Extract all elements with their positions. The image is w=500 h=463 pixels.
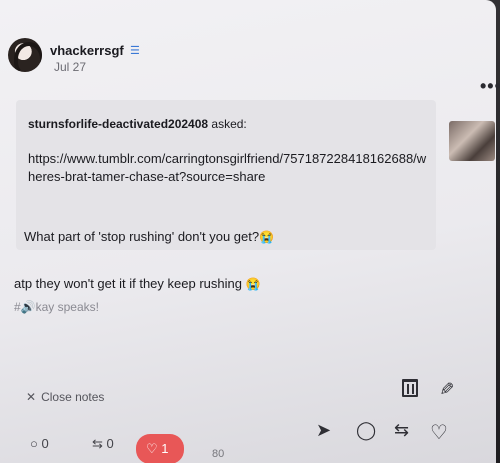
ask-link[interactable]: https://www.tumblr.com/carringtonsgirlfr… (28, 150, 428, 186)
heart-icon[interactable]: ♡ (430, 420, 448, 445)
likes-count-value: 1 (161, 441, 169, 456)
asker-avatar[interactable] (449, 121, 495, 161)
edit-icon[interactable]: ✎ (435, 381, 456, 396)
ask-question: What part of 'stop rushing' don't you ge… (24, 229, 274, 244)
ask-header: sturnsforlife-deactivated202408 asked: (28, 117, 247, 131)
post-username[interactable]: vhackerrsgf (50, 43, 124, 58)
crying-emoji-icon: 😭 (259, 230, 275, 244)
reblogs-count[interactable]: ⇆ 0 (92, 436, 114, 452)
likes-count[interactable]: ♡ 1 (136, 434, 184, 463)
reply-body: atp they won't get it if they keep rushi… (14, 276, 242, 291)
badge-icon: ☰ (130, 45, 140, 57)
post-date[interactable]: Jul 27 (54, 60, 86, 74)
post-tag[interactable]: #🔊kay speaks! (14, 300, 99, 314)
replies-count-value: 0 (41, 436, 49, 451)
close-notes-button[interactable]: ✕ Close notes (26, 390, 104, 404)
reblog-icon[interactable]: ⇆ (394, 420, 409, 441)
share-icon[interactable]: ➤ (316, 420, 331, 441)
crying-emoji-icon: 😭 (245, 277, 261, 291)
reply-text: atp they won't get it if they keep rushi… (14, 276, 261, 291)
reblogs-count-value: 0 (106, 436, 114, 451)
post-footer: ○ 0 ⇆ 0 ♡ 1 80 ➤ ◯ ⇆ ♡ (0, 420, 496, 463)
post-card: vhackerrsgf ☰ Jul 27 ••• sturnsforlife-d… (0, 0, 500, 463)
close-notes-label: Close notes (41, 390, 105, 404)
reply-icon[interactable]: ◯ (356, 420, 376, 441)
ask-question-text: What part of 'stop rushing' don't you ge… (24, 229, 260, 244)
delete-icon[interactable] (402, 379, 418, 397)
notes-extra: 80 (212, 448, 225, 460)
asked-label: asked: (208, 117, 247, 131)
post-header: vhackerrsgf ☰ Jul 27 ••• (8, 38, 500, 96)
avatar[interactable] (8, 38, 42, 72)
ellipsis-icon[interactable]: ••• (480, 76, 500, 97)
asker-name[interactable]: sturnsforlife-deactivated202408 (28, 117, 208, 131)
close-icon: ✕ (26, 390, 37, 404)
replies-count[interactable]: ○ 0 (30, 436, 49, 451)
